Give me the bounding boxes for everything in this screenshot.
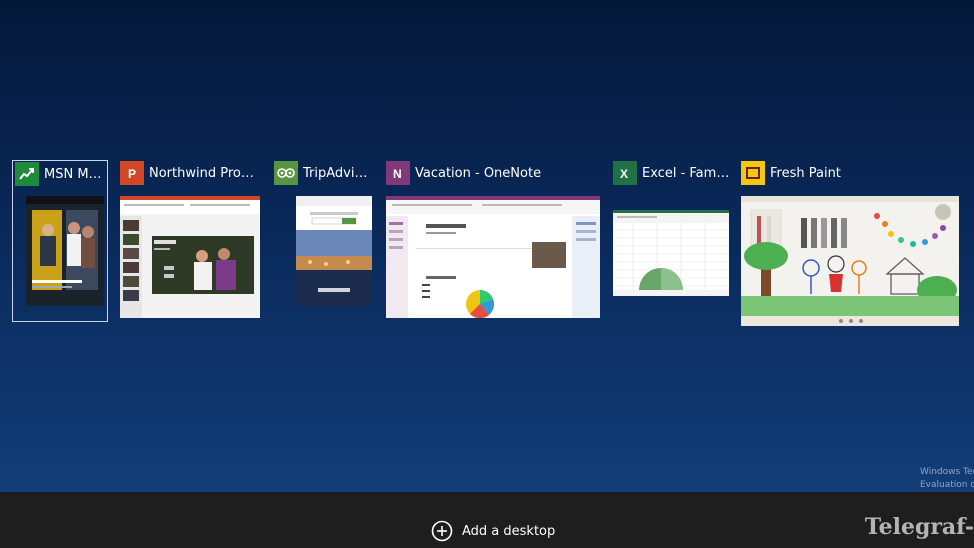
add-desktop-button[interactable]: Add a desktop bbox=[431, 520, 555, 542]
window-thumbnail bbox=[26, 196, 104, 306]
window-title: Excel - Family... bbox=[642, 165, 731, 181]
window-title: Vacation - OneNote bbox=[415, 165, 542, 181]
excel-icon: X bbox=[613, 161, 637, 185]
window-msn-money[interactable]: MSN Mon... bbox=[12, 160, 108, 322]
window-title: TripAdvisor... bbox=[303, 165, 374, 181]
onenote-icon: N bbox=[386, 161, 410, 185]
evaluation-watermark: Windows Tec Evaluation co bbox=[920, 466, 974, 492]
svg-text:P: P bbox=[128, 167, 136, 180]
svg-text:N: N bbox=[393, 167, 402, 180]
window-thumbnail bbox=[741, 196, 959, 326]
window-fresh-paint[interactable]: Fresh Paint bbox=[741, 160, 959, 330]
window-tripadvisor[interactable]: TripAdvisor... bbox=[274, 160, 374, 322]
window-excel-family[interactable]: X Excel - Family... bbox=[613, 160, 731, 322]
powerpoint-icon: P bbox=[120, 161, 144, 185]
virtual-desktop-bar: Add a desktop bbox=[0, 492, 974, 548]
window-thumbnail bbox=[296, 196, 372, 306]
window-northwind-proposal[interactable]: P Northwind Proposa... bbox=[120, 160, 262, 322]
plus-circle-icon bbox=[431, 520, 453, 542]
window-thumbnail bbox=[120, 196, 260, 318]
brand-watermark: Telegraf- bbox=[864, 514, 974, 540]
window-title: Fresh Paint bbox=[770, 165, 841, 181]
window-vacation-onenote[interactable]: N Vacation - OneNote bbox=[386, 160, 600, 322]
add-desktop-label: Add a desktop bbox=[462, 523, 556, 539]
fresh-paint-icon bbox=[741, 161, 765, 185]
task-view: MSN Mon... P Northwi bbox=[0, 0, 974, 492]
window-title: Northwind Proposa... bbox=[149, 165, 262, 181]
evaluation-line-2: Evaluation co bbox=[920, 480, 974, 490]
window-thumbnail bbox=[613, 210, 729, 296]
svg-text:X: X bbox=[620, 167, 628, 180]
msn-money-icon bbox=[15, 162, 39, 186]
window-thumbnail bbox=[386, 196, 600, 318]
tripadvisor-icon bbox=[274, 161, 298, 185]
evaluation-line-1: Windows Tec bbox=[920, 467, 974, 477]
window-title: MSN Mon... bbox=[44, 166, 107, 182]
